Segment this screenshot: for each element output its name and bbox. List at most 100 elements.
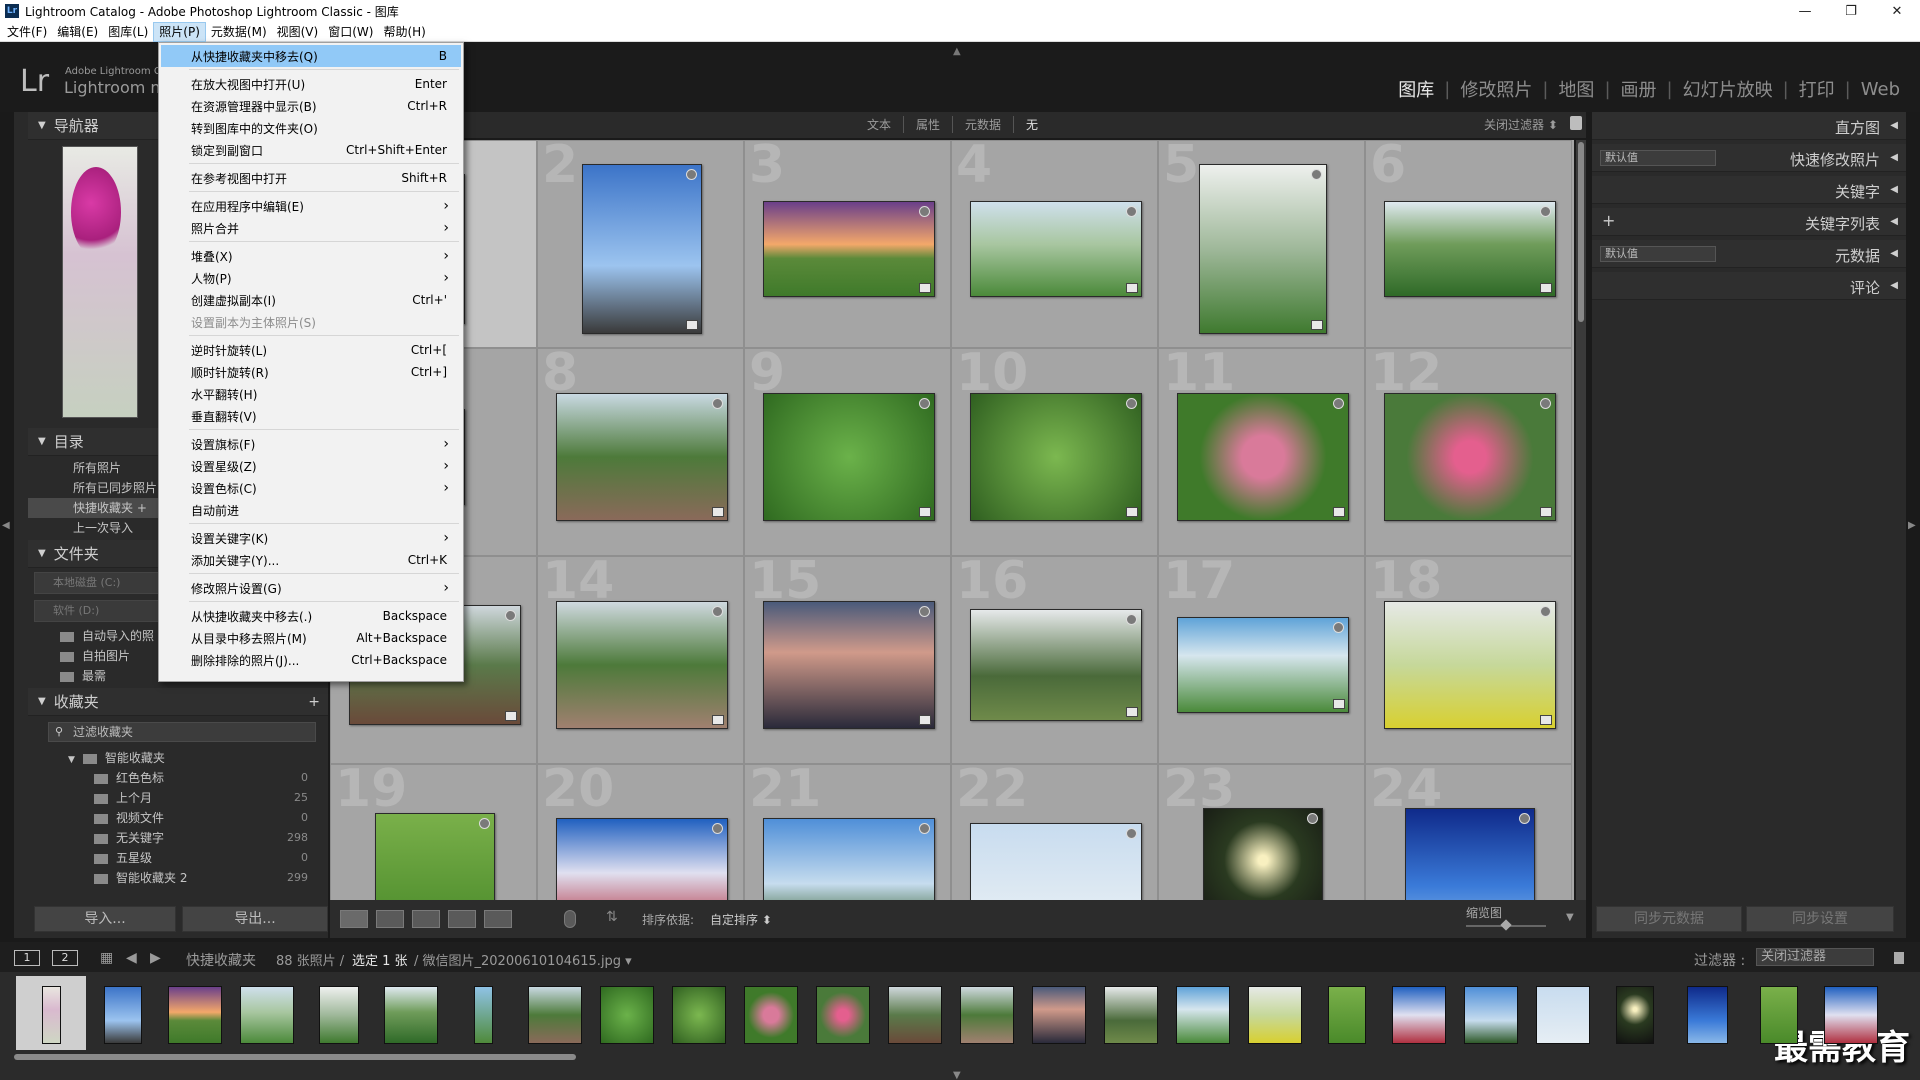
quick-collection-dot-icon[interactable] [1310,169,1322,180]
forward-arrow-icon[interactable]: ▶ [150,950,161,966]
menu-help[interactable]: 帮助(H) [378,22,430,42]
quick-collection-dot-icon[interactable] [1125,614,1137,625]
filmstrip-thumbnail[interactable] [1328,986,1366,1044]
photo-thumbnail[interactable] [581,164,702,334]
grid-cell[interactable]: 20 [537,759,744,900]
filmstrip-cell[interactable] [1672,976,1742,1050]
filmstrip-thumbnail[interactable] [1616,986,1654,1044]
photo-thumbnail[interactable] [1383,601,1556,729]
quick-collection-dot-icon[interactable] [711,606,723,617]
quick-develop-header[interactable]: 默认值 快速修改照片 ◀ [1592,144,1906,172]
quick-collection-dot-icon[interactable] [1539,606,1551,617]
filmstrip-cell[interactable] [1312,976,1382,1050]
smart-collection-group[interactable]: ▼ 智能收藏夹 [68,748,328,768]
filmstrip-thumbnail[interactable] [473,986,493,1044]
scrollbar-thumb[interactable] [1578,142,1584,322]
preset-select[interactable]: 默认值 [1600,150,1716,166]
quick-collection-dot-icon[interactable] [478,818,490,829]
photo-thumbnail[interactable] [969,609,1142,721]
photo-menu-item[interactable]: 顺时针旋转(R) Ctrl+] [161,361,461,383]
menu-metadata[interactable]: 元数据(M) [206,22,272,42]
filmstrip-thumbnail[interactable] [1536,986,1590,1044]
photo-thumbnail[interactable] [1383,393,1556,521]
filmstrip-cell[interactable] [1168,976,1238,1050]
grid-cell[interactable]: 2 [537,140,744,348]
minimize-button[interactable]: — [1782,0,1828,22]
menu-window[interactable]: 窗口(W) [323,22,378,42]
menu-file[interactable]: 文件(F) [2,22,52,42]
photo-menu-item[interactable]: 锁定到副窗口 Ctrl+Shift+Enter [161,139,461,161]
filmstrip-thumbnail[interactable] [888,986,942,1044]
filter-preset-select[interactable]: 关闭过滤器 ⬍ [1484,116,1558,133]
filmstrip-thumbnail[interactable] [1824,986,1878,1044]
filmstrip-thumbnail[interactable] [960,986,1014,1044]
smart-collection-item[interactable]: 视频文件 0 [94,808,328,828]
filter-attribute[interactable]: 属性 [904,116,954,133]
photo-menu-item[interactable]: 从快捷收藏夹中移去(Q) B [161,45,461,67]
filmstrip-cell[interactable] [1096,976,1166,1050]
photo-thumbnail[interactable] [555,393,728,521]
filmstrip-scrollbar[interactable] [14,1054,576,1060]
photo-menu-item[interactable]: 设置旗标(F) › [161,433,461,455]
grid-scrollbar[interactable] [1576,140,1586,900]
current-filename[interactable]: / 微信图片_20200610104615.jpg ▾ [414,950,632,969]
metadata-header[interactable]: 默认值 元数据 ◀ [1592,240,1906,268]
collapse-right-panel-icon[interactable]: ▶ [1908,520,1916,531]
metadata-preset-select[interactable]: 默认值 [1600,246,1716,262]
menu-view[interactable]: 视图(V) [272,22,324,42]
photo-menu-item[interactable]: 设置色标(C) › [161,477,461,499]
filmstrip-cell[interactable] [520,976,590,1050]
filmstrip-thumbnail[interactable] [1392,986,1446,1044]
filter-none[interactable]: 无 [1014,116,1050,133]
filmstrip-thumbnail[interactable] [816,986,870,1044]
quick-collection-dot-icon[interactable] [1539,206,1551,217]
photo-thumbnail[interactable] [1198,164,1327,334]
import-button[interactable]: 导入... [34,906,176,932]
grid-cell[interactable]: 24 [1365,759,1572,900]
grid-cell[interactable]: 8 [537,343,744,556]
photo-thumbnail[interactable] [762,601,935,729]
quick-collection-dot-icon[interactable] [1125,206,1137,217]
filmstrip-cell[interactable] [448,976,518,1050]
menu-library[interactable]: 图库(L) [103,22,153,42]
compare-view-icon[interactable] [412,910,440,928]
filmstrip-thumbnail[interactable] [672,986,726,1044]
grid-cell[interactable]: 15 [744,551,951,764]
module-print[interactable]: 打印 [1789,76,1845,102]
filmstrip-thumbnail[interactable] [240,986,294,1044]
keywording-header[interactable]: 关键字 ◀ [1592,176,1906,204]
survey-view-icon[interactable] [448,910,476,928]
quick-collection-dot-icon[interactable] [685,169,697,180]
filmstrip-cell[interactable] [1528,976,1598,1050]
photo-thumbnail[interactable] [374,813,495,900]
filmstrip-cell[interactable] [1744,976,1814,1050]
photo-menu-item[interactable]: 在放大视图中打开(U) Enter [161,73,461,95]
filmstrip-thumbnail[interactable] [1464,986,1518,1044]
module-map[interactable]: 地图 [1548,76,1604,102]
filmstrip-thumbnail[interactable] [600,986,654,1044]
photo-menu-item[interactable]: 删除排除的照片(J)... Ctrl+Backspace [161,649,461,671]
filmstrip-thumbnail[interactable] [168,986,222,1044]
filmstrip-cell[interactable] [1456,976,1526,1050]
photo-thumbnail[interactable] [1383,201,1556,297]
quick-collection-dot-icon[interactable] [918,398,930,409]
filmstrip-thumbnail[interactable] [1032,986,1086,1044]
filmstrip-thumbnail[interactable] [41,986,61,1044]
add-keyword-button[interactable]: + [1602,211,1615,230]
module-book[interactable]: 画册 [1611,76,1667,102]
photo-menu-item[interactable]: 垂直翻转(V) [161,405,461,427]
photo-menu-item[interactable]: 修改照片设置(G) › [161,577,461,599]
painter-icon[interactable] [564,910,576,928]
close-button[interactable]: ✕ [1874,0,1920,22]
photo-menu-item[interactable]: 堆叠(X) › [161,245,461,267]
photo-menu-item[interactable]: 设置关键字(K) › [161,527,461,549]
smart-collection-item[interactable]: 无关键字 298 [94,828,328,848]
filmstrip-thumbnail[interactable] [1248,986,1302,1044]
photo-thumbnail[interactable] [762,393,935,521]
grid-cell[interactable]: 16 [951,551,1158,764]
quick-collection-dot-icon[interactable] [504,610,516,621]
filter-collections-input[interactable]: ⚲ 过滤收藏夹 [48,722,316,742]
sync-metadata-button[interactable]: 同步元数据 [1596,906,1742,932]
filmstrip-thumbnail[interactable] [104,986,142,1044]
grid-cell[interactable]: 9 [744,343,951,556]
